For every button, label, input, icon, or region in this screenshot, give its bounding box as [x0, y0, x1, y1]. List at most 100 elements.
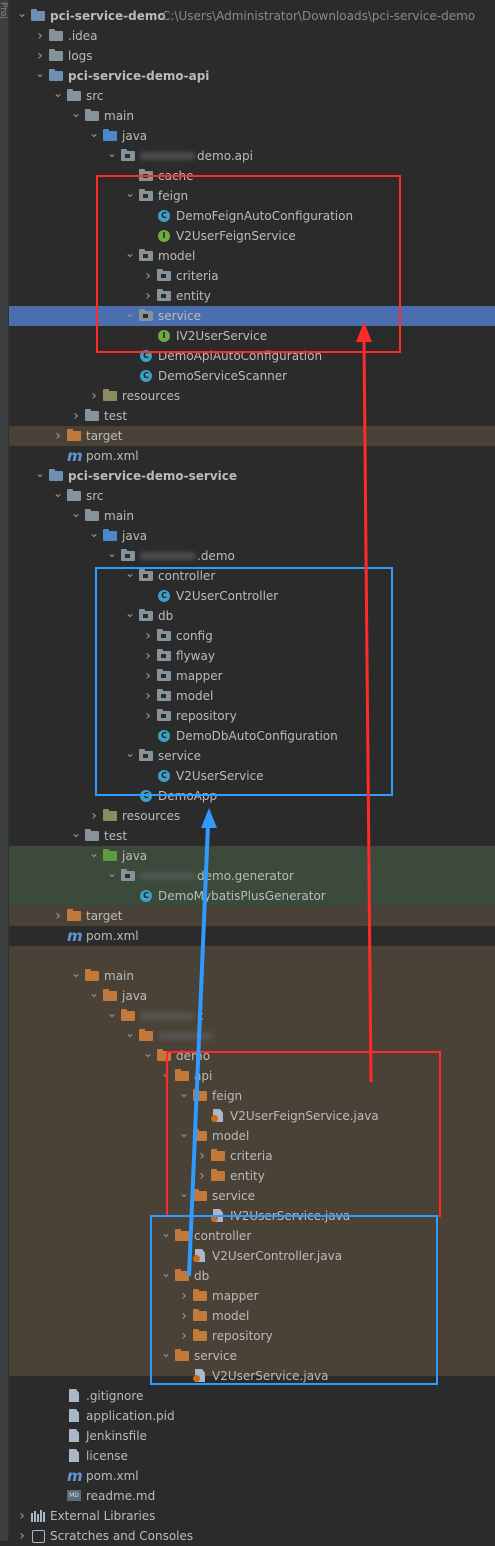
chevron-right-icon[interactable]: › — [89, 806, 99, 826]
tree-row[interactable]: › criteria — [9, 1146, 495, 1166]
tree-row[interactable]: C DemoServiceScanner — [9, 366, 495, 386]
tree-row[interactable]: ⌄ c — [9, 1006, 495, 1026]
chevron-down-icon[interactable]: ⌄ — [71, 506, 81, 526]
chevron-right-icon[interactable]: › — [179, 1306, 189, 1326]
tree-row[interactable]: ⌄ pci-service-demo-api — [9, 66, 495, 86]
tree-row[interactable]: V2UserFeignService.java — [9, 1106, 495, 1126]
chevron-right-icon[interactable]: › — [143, 706, 153, 726]
tree-row[interactable]: ⌄ java — [9, 846, 495, 866]
chevron-right-icon[interactable]: › — [17, 1506, 27, 1526]
tree-row[interactable]: › Scratches and Consoles — [9, 1526, 495, 1546]
chevron-down-icon[interactable]: ⌄ — [53, 86, 63, 106]
chevron-right-icon[interactable]: › — [53, 906, 63, 926]
tree-row[interactable]: ⌄ main — [9, 966, 495, 986]
tree-row[interactable]: C DemoApiAutoConfiguration — [9, 346, 495, 366]
chevron-down-icon[interactable]: ⌄ — [161, 1066, 171, 1086]
chevron-down-icon[interactable]: ⌄ — [161, 1266, 171, 1286]
tree-row[interactable]: ⌄ db — [9, 606, 495, 626]
chevron-down-icon[interactable]: ⌄ — [161, 1226, 171, 1246]
chevron-down-icon[interactable]: ⌄ — [143, 1046, 153, 1066]
tree-row[interactable]: ⌄ demo.api — [9, 146, 495, 166]
chevron-down-icon[interactable]: ⌄ — [71, 826, 81, 846]
chevron-down-icon[interactable]: ⌄ — [35, 66, 45, 86]
tree-row[interactable]: › resources — [9, 386, 495, 406]
chevron-down-icon[interactable]: ⌄ — [89, 126, 99, 146]
chevron-down-icon[interactable]: ⌄ — [179, 1126, 189, 1146]
tree-row[interactable]: ⌄ service — [9, 1186, 495, 1206]
chevron-right-icon[interactable]: › — [143, 626, 153, 646]
tree-row[interactable]: › mapper — [9, 666, 495, 686]
chevron-down-icon[interactable]: ⌄ — [71, 966, 81, 986]
chevron-right-icon[interactable]: › — [197, 1166, 207, 1186]
tree-row[interactable]: Jenkinsfile — [9, 1426, 495, 1446]
tree-row[interactable]: ⌄ java — [9, 526, 495, 546]
chevron-right-icon[interactable]: › — [89, 386, 99, 406]
tree-row[interactable]: › entity — [9, 286, 495, 306]
tree-row[interactable]: ⌄ controller — [9, 566, 495, 586]
chevron-right-icon[interactable]: › — [35, 46, 45, 66]
tree-row[interactable]: application.pid — [9, 1406, 495, 1426]
tree-row[interactable]: ⌄ feign — [9, 1086, 495, 1106]
tree-row[interactable]: ⌄ src — [9, 86, 495, 106]
tree-row[interactable]: license — [9, 1446, 495, 1466]
chevron-down-icon[interactable]: ⌄ — [89, 846, 99, 866]
chevron-right-icon[interactable]: › — [143, 646, 153, 666]
tree-row[interactable]: ⌄ java — [9, 126, 495, 146]
tree-row[interactable]: › test — [9, 406, 495, 426]
tree-row[interactable]: ⌄ model — [9, 1126, 495, 1146]
tree-row[interactable]: V2UserService.java — [9, 1366, 495, 1386]
tree-row[interactable]: › criteria — [9, 266, 495, 286]
chevron-down-icon[interactable]: ⌄ — [125, 606, 135, 626]
tree-row[interactable]: C DemoFeignAutoConfiguration — [9, 206, 495, 226]
chevron-down-icon[interactable]: ⌄ — [107, 1006, 117, 1026]
project-tool-window-strip[interactable]: Proj — [0, 0, 9, 1541]
tree-row[interactable]: › target — [9, 426, 495, 446]
chevron-down-icon[interactable]: ⌄ — [125, 186, 135, 206]
chevron-right-icon[interactable]: › — [179, 1286, 189, 1306]
tree-row[interactable]: ⌄ db — [9, 1266, 495, 1286]
tree-row[interactable]: ⌄ feign — [9, 186, 495, 206]
chevron-down-icon[interactable]: ⌄ — [125, 1026, 135, 1046]
chevron-down-icon[interactable]: ⌄ — [89, 986, 99, 1006]
tree-row[interactable]: › repository — [9, 706, 495, 726]
tree-row[interactable]: MD readme.md — [9, 1486, 495, 1506]
tree-row[interactable]: V2UserController.java — [9, 1246, 495, 1266]
chevron-right-icon[interactable]: › — [71, 406, 81, 426]
chevron-down-icon[interactable]: ⌄ — [125, 566, 135, 586]
tree-row[interactable]: IV2UserService.java — [9, 1206, 495, 1226]
tree-row[interactable]: C DemoApp — [9, 786, 495, 806]
tree-row[interactable]: ⌄ test — [9, 826, 495, 846]
tree-row[interactable]: ⌄ pci-service-demo C:\Users\Administrator\… — [9, 6, 495, 26]
tree-row[interactable]: m pom.xml — [9, 1466, 495, 1486]
chevron-right-icon[interactable]: › — [143, 686, 153, 706]
tree-row[interactable]: C DemoMybatisPlusGenerator — [9, 886, 495, 906]
tree-row[interactable]: › mapper — [9, 1286, 495, 1306]
tree-row[interactable]: › .idea — [9, 26, 495, 46]
tree-row[interactable]: ⌄ pci-service-demo-service — [9, 466, 495, 486]
tree-row[interactable]: ⌄ main — [9, 106, 495, 126]
tree-row[interactable]: ⌄ demo — [9, 1046, 495, 1066]
chevron-down-icon[interactable]: ⌄ — [89, 526, 99, 546]
tree-row[interactable]: › resources — [9, 806, 495, 826]
chevron-right-icon[interactable]: › — [143, 266, 153, 286]
chevron-down-icon[interactable]: ⌄ — [17, 6, 27, 26]
tree-row[interactable]: C V2UserService — [9, 766, 495, 786]
chevron-right-icon[interactable]: › — [17, 1526, 27, 1546]
tree-row[interactable]: ⌄ main — [9, 506, 495, 526]
chevron-down-icon[interactable]: ⌄ — [107, 546, 117, 566]
tree-row[interactable]: › target — [9, 906, 495, 926]
tree-row[interactable]: m pom.xml — [9, 446, 495, 466]
chevron-down-icon[interactable]: ⌄ — [125, 306, 135, 326]
tree-row[interactable]: ⌄ service — [9, 306, 495, 326]
tree-row[interactable]: ⌄ src — [9, 486, 495, 506]
tree-row[interactable]: ⌄ service — [9, 746, 495, 766]
tree-row[interactable]: ⌄ java — [9, 986, 495, 1006]
tree-row[interactable]: ⌄ service — [9, 1346, 495, 1366]
tree-row[interactable]: › External Libraries — [9, 1506, 495, 1526]
project-tab-label[interactable]: Proj — [0, 2, 8, 19]
chevron-down-icon[interactable]: ⌄ — [53, 486, 63, 506]
tree-row[interactable]: ⌄ model — [9, 246, 495, 266]
tree-row[interactable]: I IV2UserService — [9, 326, 495, 346]
tree-row[interactable]: ⌄ .demo — [9, 546, 495, 566]
chevron-down-icon[interactable]: ⌄ — [125, 246, 135, 266]
